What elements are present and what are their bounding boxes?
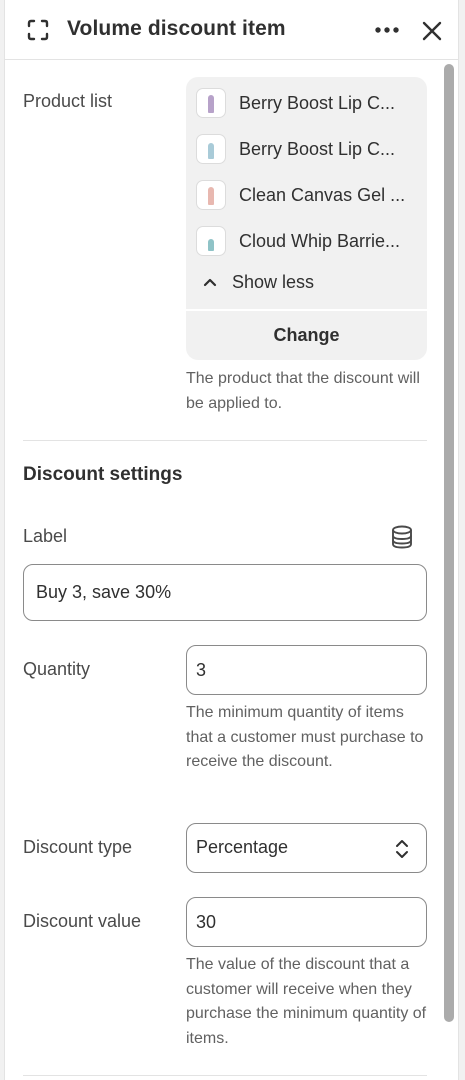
product-list: Berry Boost Lip C... Berry Boost Lip C..…	[186, 77, 427, 360]
close-button[interactable]	[419, 18, 445, 44]
product-list-item[interactable]: Cloud Whip Barrie...	[186, 218, 427, 264]
change-products-button[interactable]: Change	[186, 311, 427, 360]
section-divider	[23, 440, 427, 441]
product-thumbnail	[196, 88, 226, 118]
section-divider	[23, 1075, 427, 1076]
database-icon[interactable]	[391, 525, 413, 549]
product-thumbnail	[196, 134, 226, 164]
chevron-up-icon	[203, 278, 217, 287]
product-list-item[interactable]: Clean Canvas Gel ...	[186, 172, 427, 218]
discount-value-input[interactable]	[186, 897, 427, 947]
close-icon	[422, 21, 442, 41]
quantity-help-text: The minimum quantity of items that a cus…	[186, 704, 424, 770]
product-thumbnail	[196, 226, 226, 256]
select-chevron-icon	[396, 840, 408, 858]
discount-value-label: Discount value	[23, 911, 142, 931]
more-actions-button[interactable]	[373, 18, 401, 42]
discount-type-label: Discount type	[23, 837, 133, 857]
product-list-item[interactable]: Berry Boost Lip C...	[186, 126, 427, 172]
label-field-label: Label	[23, 526, 68, 546]
quantity-input[interactable]	[186, 645, 427, 695]
discount-type-select[interactable]: Percentage	[186, 823, 427, 873]
label-input[interactable]	[23, 564, 427, 621]
volume-discount-panel: Volume discount item Product list Berry …	[4, 0, 459, 1080]
discount-settings-heading: Discount settings	[23, 464, 183, 485]
discount-value-help-text: The value of the discount that a custome…	[186, 956, 427, 1047]
quantity-label: Quantity	[23, 659, 91, 679]
panel-header: Volume discount item	[5, 0, 458, 60]
focus-frame-icon[interactable]	[27, 19, 49, 41]
product-list-label: Product list	[23, 91, 113, 111]
scrollbar-thumb[interactable]	[444, 64, 454, 1022]
show-less-button[interactable]: Show less	[202, 270, 314, 294]
product-thumbnail	[196, 180, 226, 210]
product-list-help-text: The product that the discount will be ap…	[186, 370, 420, 412]
panel-title: Volume discount item	[67, 17, 286, 40]
more-horizontal-icon	[375, 27, 399, 33]
product-list-item[interactable]: Berry Boost Lip C...	[186, 80, 427, 126]
